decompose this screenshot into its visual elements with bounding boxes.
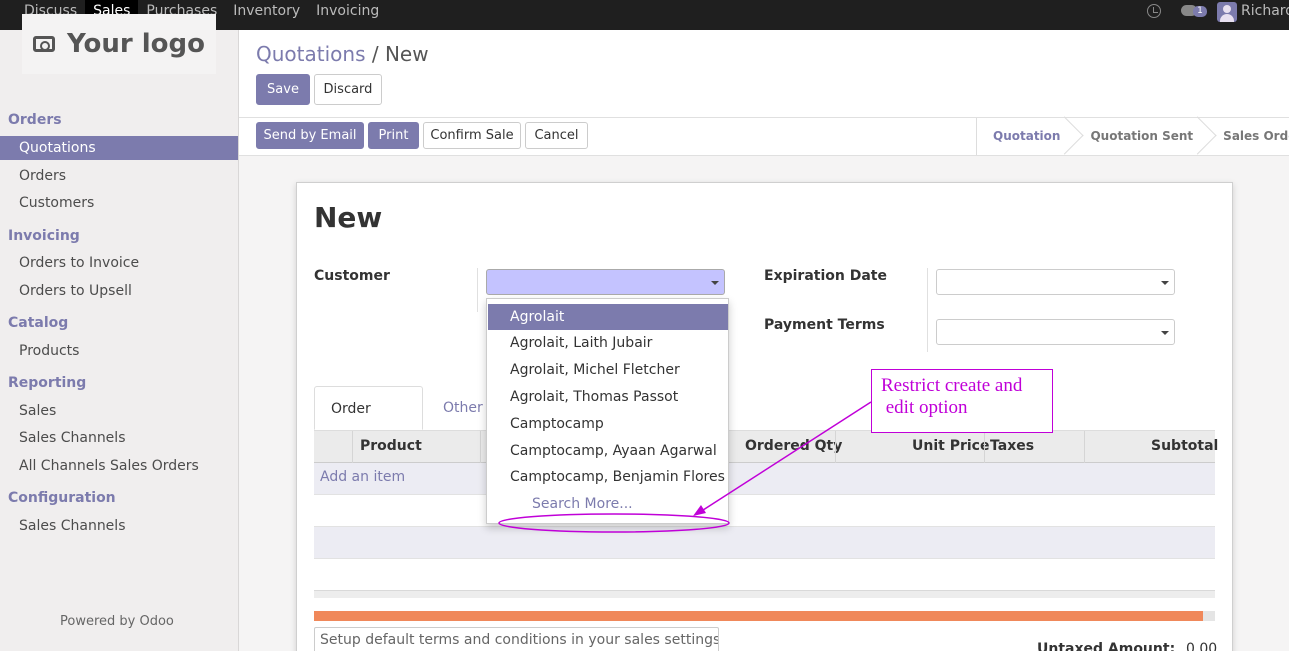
sidebar-item-sales[interactable]: Sales (0, 399, 238, 423)
table-row (314, 463, 1215, 495)
sidebar-item-all-channels-sales-orders[interactable]: All Channels Sales Orders (0, 454, 238, 478)
send-by-email-button[interactable]: Send by Email (256, 122, 364, 149)
field-separator (927, 268, 928, 352)
sidebar-section-invoicing: Invoicing (8, 228, 80, 244)
untaxed-amount-label: Untaxed Amount: (1037, 641, 1176, 651)
table-footer (314, 590, 1215, 598)
col-product[interactable]: Product (360, 431, 422, 463)
cancel-button[interactable]: Cancel (525, 122, 588, 149)
stage-quotation-sent[interactable]: Quotation Sent (1074, 118, 1207, 155)
column-divider (984, 431, 985, 463)
discard-button[interactable]: Discard (314, 74, 382, 105)
dropdown-option[interactable]: Camptocamp, Benjamin Flores (488, 464, 728, 490)
print-button[interactable]: Print (368, 122, 419, 149)
dropdown-option[interactable]: Agrolait, Michel Fletcher (488, 357, 728, 383)
payment-terms-label: Payment Terms (764, 317, 885, 333)
sidebar-item-orders-to-upsell[interactable]: Orders to Upsell (0, 279, 238, 303)
caret-down-icon[interactable] (1161, 281, 1169, 285)
column-divider (1084, 431, 1085, 463)
chat-badge: 1 (1193, 6, 1207, 17)
powered-by[interactable]: Powered by Odoo (60, 614, 174, 629)
annotation-line-1: Restrict create and (881, 375, 1023, 396)
confirm-sale-button[interactable]: Confirm Sale (423, 122, 521, 149)
save-button[interactable]: Save (256, 74, 310, 105)
sidebar-item-orders-to-invoice[interactable]: Orders to Invoice (0, 251, 238, 275)
table-row (314, 495, 1215, 527)
status-stages: Quotation Quotation Sent Sales Order (976, 118, 1289, 155)
company-logo: Your logo (22, 14, 216, 74)
col-unit-price[interactable]: Unit Price (912, 431, 989, 463)
order-lines-header: Product Ordered Qty Unit Price Taxes Sub… (314, 430, 1218, 463)
progress-bar (314, 611, 1203, 621)
sidebar-item-sales-channels[interactable]: Sales Channels (0, 426, 238, 450)
dropdown-option[interactable]: Camptocamp, Ayaan Agarwal (488, 438, 728, 464)
systray: 1 Richard (1147, 0, 1289, 30)
column-divider (352, 431, 353, 463)
sidebar-section-catalog: Catalog (8, 315, 69, 331)
customer-input[interactable] (486, 269, 725, 295)
breadcrumb: Quotations / New (256, 42, 429, 66)
menu-invoicing[interactable]: Invoicing (308, 0, 387, 30)
chat-icon[interactable]: 1 (1181, 4, 1207, 18)
breadcrumb-separator: / (371, 42, 379, 66)
col-ordered-qty[interactable]: Ordered Qty (745, 431, 842, 463)
caret-down-icon[interactable] (711, 281, 719, 285)
untaxed-amount-value: 0.00 (1186, 641, 1218, 651)
clock-icon[interactable] (1147, 4, 1161, 18)
breadcrumb-quotations[interactable]: Quotations (256, 42, 365, 66)
sidebar-item-quotations[interactable]: Quotations (0, 136, 238, 160)
dropdown-option[interactable]: Camptocamp (488, 411, 728, 437)
sidebar-section-orders: Orders (8, 112, 62, 128)
col-taxes[interactable]: Taxes (990, 431, 1034, 463)
column-divider (835, 431, 836, 463)
search-more-option[interactable]: Search More... (488, 491, 728, 517)
sidebar-item-customers[interactable]: Customers (0, 191, 238, 215)
user-avatar[interactable] (1217, 2, 1237, 22)
sidebar-section-reporting: Reporting (8, 375, 87, 391)
payment-terms-select[interactable] (936, 319, 1175, 345)
col-subtotal[interactable]: Subtotal (1151, 431, 1218, 463)
terms-notes-input[interactable]: Setup default terms and conditions in yo… (314, 627, 719, 651)
expiration-date-label: Expiration Date (764, 268, 887, 284)
annotation-line-2: edit option (881, 397, 968, 418)
menu-inventory[interactable]: Inventory (225, 0, 308, 30)
dropdown-option[interactable]: Agrolait, Laith Jubair (488, 330, 728, 356)
user-name[interactable]: Richard (1241, 3, 1289, 19)
dropdown-option[interactable]: Agrolait, Thomas Passot (488, 384, 728, 410)
stage-quotation[interactable]: Quotation (977, 118, 1074, 155)
field-separator (477, 268, 478, 312)
caret-down-icon[interactable] (1161, 331, 1169, 335)
stage-sales-order[interactable]: Sales Order (1207, 118, 1289, 155)
customer-label: Customer (314, 268, 390, 284)
form-title: New (314, 201, 383, 234)
camera-icon (33, 36, 56, 52)
sidebar-item-products[interactable]: Products (0, 339, 238, 363)
progress-track (1203, 611, 1215, 621)
dropdown-option[interactable]: Agrolait (488, 304, 728, 330)
sidebar-item-orders[interactable]: Orders (0, 164, 238, 188)
annotation-box: Restrict create and edit option (871, 369, 1053, 433)
table-row (314, 527, 1215, 559)
sidebar-item-config-sales-channels[interactable]: Sales Channels (0, 514, 238, 538)
breadcrumb-current: New (384, 42, 429, 66)
customer-dropdown: Agrolait Agrolait, Laith Jubair Agrolait… (486, 298, 729, 524)
logo-text: Your logo (67, 29, 205, 59)
column-divider (480, 431, 481, 463)
add-item-link[interactable]: Add an item (320, 469, 405, 485)
tab-order-lines[interactable]: Order Lines (314, 386, 423, 461)
expiration-date-input[interactable] (936, 269, 1175, 295)
sidebar-section-configuration: Configuration (8, 490, 116, 506)
